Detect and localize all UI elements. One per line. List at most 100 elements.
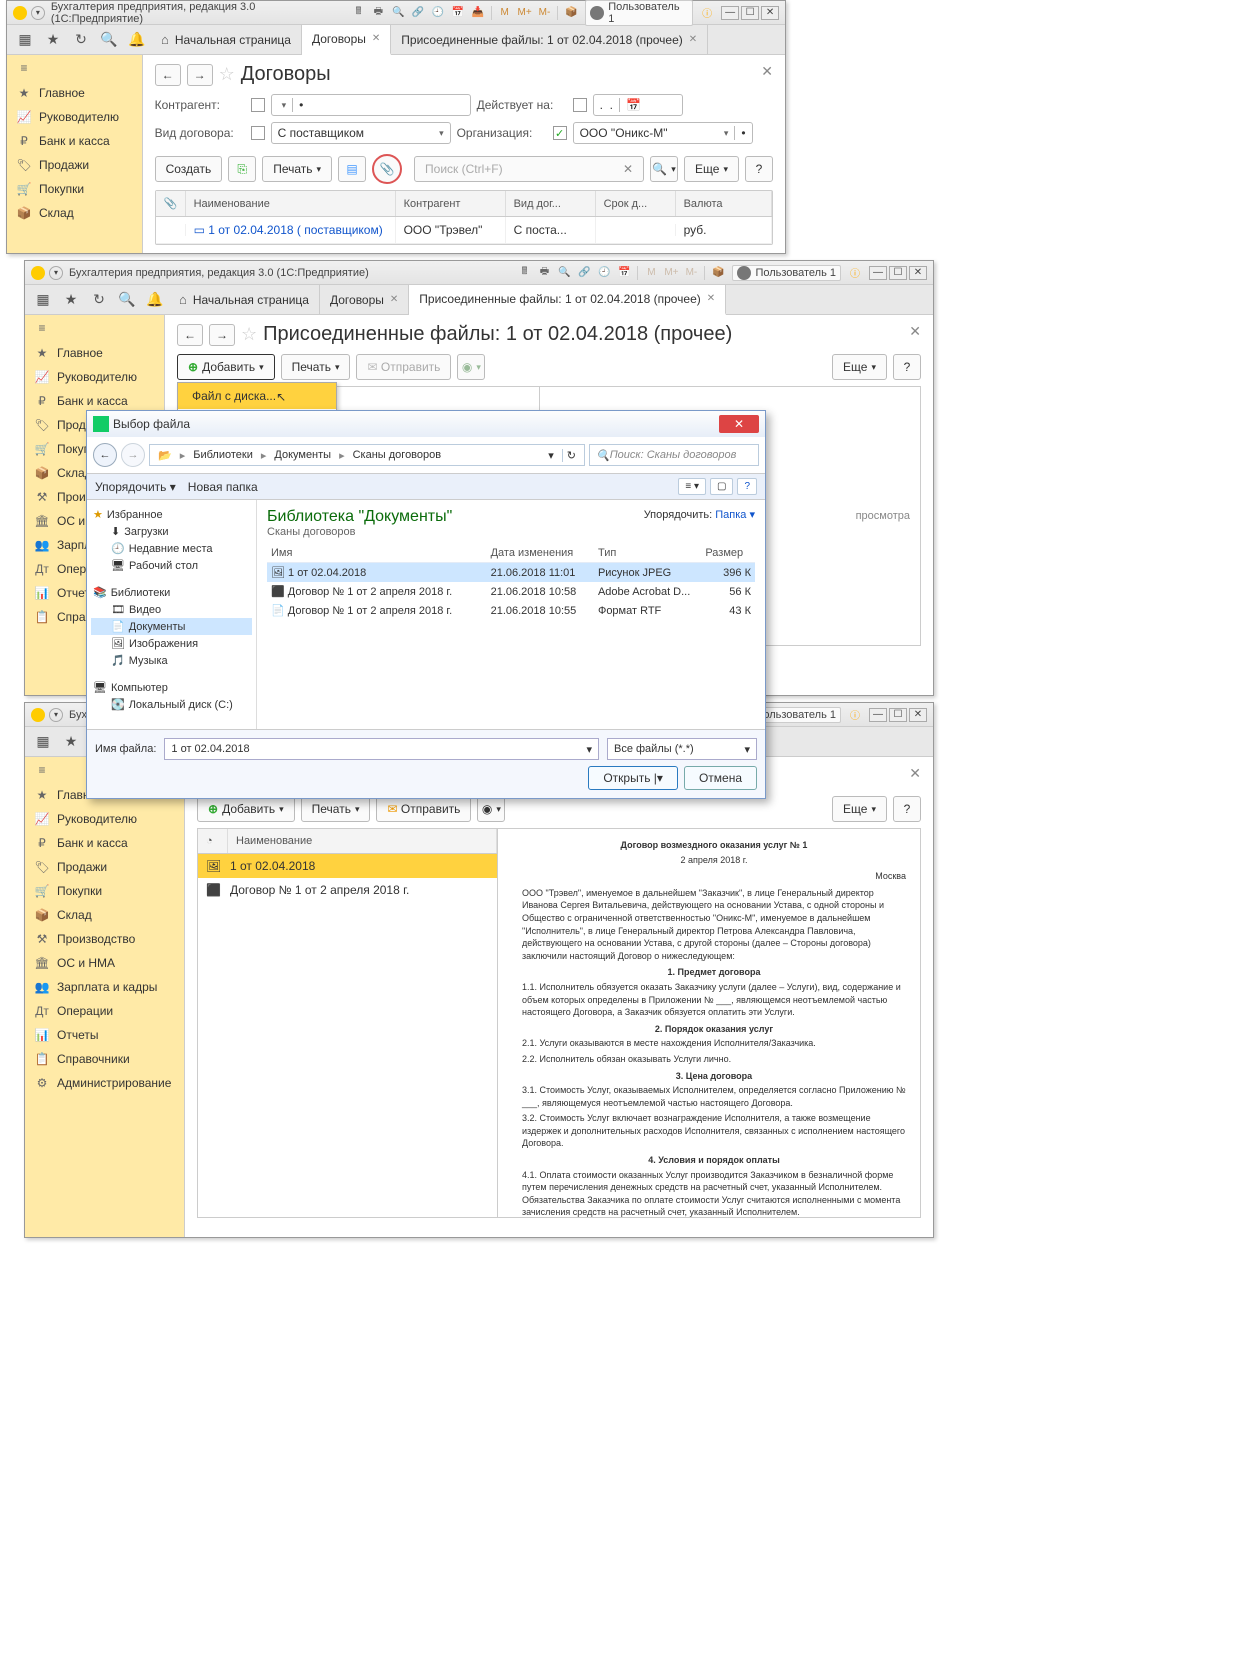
print-button[interactable]: Печать▾ xyxy=(262,156,332,182)
send-button[interactable]: ✉ Отправить xyxy=(356,354,451,380)
sidebar-item-ops[interactable]: ДтОперации xyxy=(25,999,184,1023)
clock-icon[interactable]: 🕘 xyxy=(430,5,446,21)
tree-downloads[interactable]: ⬇ Загрузки xyxy=(91,523,252,540)
send-button[interactable]: ✉ Отправить xyxy=(376,796,471,822)
file-row[interactable]: 🖼 1 от 02.04.2018 21.06.2018 11:01 Рисун… xyxy=(267,563,755,583)
calc-icon[interactable]: 🖩 xyxy=(516,265,532,281)
minimize-button[interactable]: — xyxy=(869,266,887,280)
tree-images[interactable]: 🖼 Изображения xyxy=(91,635,252,652)
sidebar-item-salary[interactable]: 👥Зарплата и кадры xyxy=(25,975,184,999)
sidebar-hamburger[interactable]: ≡ xyxy=(25,315,164,341)
star-icon[interactable]: ★ xyxy=(43,30,63,50)
star-icon[interactable]: ★ xyxy=(61,290,81,310)
sidebar-item-bank[interactable]: ₽Банк и касса xyxy=(7,129,142,153)
apps-grid-icon[interactable]: ▦ xyxy=(33,732,53,752)
sort-dropdown[interactable]: Папка ▾ xyxy=(715,509,755,521)
gh-name[interactable]: Наименование xyxy=(186,191,396,216)
cmd-newfolder[interactable]: Новая папка xyxy=(188,480,258,494)
close-icon[interactable]: ✕ xyxy=(372,33,380,44)
file-row[interactable]: ⬛ Договор № 1 от 2 апреля 2018 г. 21.06.… xyxy=(267,582,755,601)
tab-attached[interactable]: Присоединенные файлы: 1 от 02.04.2018 (п… xyxy=(391,25,708,55)
history-icon[interactable]: ↻ xyxy=(71,30,91,50)
col-name[interactable]: Наименование xyxy=(228,829,497,853)
user-area[interactable]: Пользователь 1 xyxy=(585,0,693,26)
print-button[interactable]: Печать▾ xyxy=(301,796,371,822)
gh-cur[interactable]: Валюта xyxy=(676,191,772,216)
tab-home[interactable]: ⌂Начальная страница xyxy=(169,285,320,315)
add-button[interactable]: ⊕Добавить▾ xyxy=(177,354,275,380)
calendar-icon[interactable]: 📅 xyxy=(450,5,466,21)
gh-type[interactable]: Вид дог... xyxy=(506,191,596,216)
info-icon[interactable]: ⓘ xyxy=(847,265,863,281)
file-row[interactable]: 📄 Договор № 1 от 2 апреля 2018 г. 21.06.… xyxy=(267,601,755,620)
sidebar-item-purchases[interactable]: 🛒Покупки xyxy=(25,879,184,903)
sidebar-item-sales[interactable]: 🏷Продажи xyxy=(7,153,142,177)
cancel-button[interactable]: Отмена xyxy=(684,766,757,790)
nav-forward[interactable]: → xyxy=(121,443,145,467)
dd-org[interactable]: ООО "Оникс-М"▾• xyxy=(573,122,753,144)
nav-back[interactable]: ← xyxy=(155,64,181,86)
more-button[interactable]: Еще▾ xyxy=(832,354,887,380)
close-icon[interactable]: ✕ xyxy=(390,294,398,305)
help-button[interactable]: ? xyxy=(745,156,773,182)
breadcrumb[interactable]: 📂▸ Библиотеки▸ Документы▸ Сканы договоро… xyxy=(149,444,585,466)
tree-docs[interactable]: 📄 Документы xyxy=(91,618,252,635)
dialog-close-button[interactable]: ✕ xyxy=(719,415,759,433)
info-icon[interactable]: ⓘ xyxy=(847,707,863,723)
m-plus-btn[interactable]: M+ xyxy=(663,265,679,281)
create-button[interactable]: Создать xyxy=(155,156,223,182)
maximize-button[interactable]: ☐ xyxy=(889,708,907,722)
file-name-input[interactable]: 1 от 02.04.2018▾ xyxy=(164,738,599,760)
m-minus-btn[interactable]: M- xyxy=(683,265,699,281)
col-type[interactable]: Тип xyxy=(594,544,701,563)
sidebar-item-manager[interactable]: 📈Руководителю xyxy=(25,807,184,831)
list-btn[interactable]: ▤ xyxy=(338,156,366,182)
sidebar-item-manager[interactable]: 📈Руководителю xyxy=(25,365,164,389)
chk-counterparty[interactable] xyxy=(251,98,265,112)
print-button[interactable]: Печать▾ xyxy=(281,354,351,380)
file-type-filter[interactable]: Все файлы (*.*)▾ xyxy=(607,738,757,760)
tree-libs[interactable]: 📚 Библиотеки xyxy=(91,584,252,601)
flag-icon[interactable]: 📥 xyxy=(470,5,486,21)
view-button[interactable]: ≡ ▾ xyxy=(678,478,706,495)
sidebar-item-bank[interactable]: ₽Банк и касса xyxy=(25,831,184,855)
tree-recent[interactable]: 🕘 Недавние места xyxy=(91,540,252,557)
app-menu-icon[interactable]: ▾ xyxy=(49,708,63,722)
col-size[interactable]: Размер xyxy=(701,544,755,563)
search-input[interactable]: 🔍 Поиск: Сканы договоров xyxy=(589,444,759,466)
print-icon[interactable]: 🖶 xyxy=(536,265,552,281)
app-menu-icon[interactable]: ▾ xyxy=(49,266,63,280)
link-icon[interactable]: 🔗 xyxy=(410,5,426,21)
user-area[interactable]: Пользователь 1 xyxy=(732,265,841,281)
chk-active[interactable] xyxy=(573,98,587,112)
magnify-icon[interactable]: 🔍 xyxy=(390,5,406,21)
page-close[interactable]: ✕ xyxy=(909,323,921,340)
dd-counterparty[interactable]: ▾• xyxy=(271,94,471,116)
close-window-button[interactable]: ✕ xyxy=(909,708,927,722)
list-item[interactable]: 🖼 1 от 02.04.2018 xyxy=(198,854,497,878)
sidebar-item-manager[interactable]: 📈Руководителю xyxy=(7,105,142,129)
page-close[interactable]: ✕ xyxy=(761,63,773,80)
favorite-icon[interactable]: ☆ xyxy=(241,324,257,345)
tree-video[interactable]: 🎞 Видео xyxy=(91,601,252,618)
m-btn[interactable]: M xyxy=(643,265,659,281)
col-date[interactable]: Дата изменения xyxy=(487,544,594,563)
list-item[interactable]: ⬛ Договор № 1 от 2 апреля 2018 г. xyxy=(198,878,497,902)
print-icon[interactable]: 🖶 xyxy=(370,5,386,21)
more-button[interactable]: Еще▾ xyxy=(832,796,887,822)
close-window-button[interactable]: ✕ xyxy=(909,266,927,280)
tray-icon[interactable]: 📦 xyxy=(563,5,579,21)
calendar-icon[interactable]: 📅 xyxy=(616,265,632,281)
sidebar-item-warehouse[interactable]: 📦Склад xyxy=(7,201,142,225)
apps-grid-icon[interactable]: ▦ xyxy=(33,290,53,310)
app-menu-icon[interactable]: ▾ xyxy=(31,6,45,20)
col-status[interactable]: ◔ xyxy=(198,829,228,853)
gh-term[interactable]: Срок д... xyxy=(596,191,676,216)
favorite-icon[interactable]: ☆ xyxy=(219,64,235,85)
open-button[interactable]: Открыть |▾ xyxy=(588,766,678,790)
table-row[interactable]: ▭ 1 от 02.04.2018 ( поставщиком) ООО "Тр… xyxy=(156,217,772,244)
tab-attached[interactable]: Присоединенные файлы: 1 от 02.04.2018 (п… xyxy=(409,285,726,315)
close-window-button[interactable]: ✕ xyxy=(761,6,779,20)
menu-file-from-disk[interactable]: Файл с диска...↖ xyxy=(178,383,336,409)
info-icon[interactable]: ⓘ xyxy=(699,5,715,21)
